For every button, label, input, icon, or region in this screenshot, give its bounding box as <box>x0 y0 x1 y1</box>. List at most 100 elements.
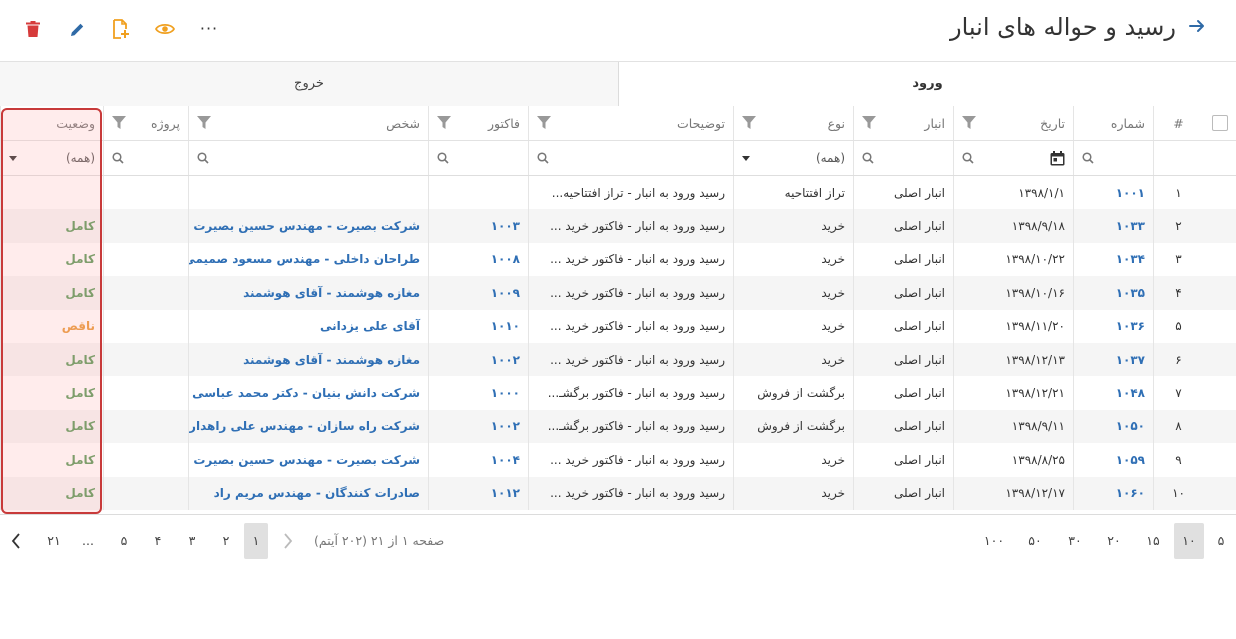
document-number-link[interactable]: ۱۰۳۳ <box>1073 209 1153 243</box>
person-link-text[interactable]: شرکت دانش بنیان - دکتر محمد عباسی <box>192 386 420 400</box>
tab-exit[interactable]: خروج <box>0 62 618 106</box>
page-size-option[interactable]: ۵ <box>1206 523 1236 559</box>
document-number-link-text[interactable]: ۱۰۵۰ <box>1116 419 1145 433</box>
invoice-link[interactable]: ۱۰۰۸ <box>428 242 528 277</box>
table-row[interactable]: ۶ ۱۰۳۷ ۱۳۹۸/۱۲/۱۳ انبار اصلی خرید رسید ورود ب… <box>0 342 1236 377</box>
person-link[interactable] <box>188 176 428 210</box>
filter-funnel-icon[interactable] <box>112 116 126 130</box>
person-link[interactable]: مغازه هوشمند - آقای هوشمند <box>188 342 428 377</box>
column-header-invoice[interactable]: فاکتور <box>428 106 528 140</box>
invoice-link[interactable] <box>428 176 528 210</box>
column-header-number[interactable]: شماره <box>1073 106 1153 140</box>
invoice-link[interactable]: ۱۰۱۲ <box>428 476 528 510</box>
calendar-icon[interactable] <box>1050 150 1065 166</box>
column-header-project[interactable]: پروژه <box>103 106 188 140</box>
person-link-text[interactable]: شرکت بصیرت - مهندس حسین بصیرت <box>193 453 420 467</box>
person-link-text[interactable]: مغازه هوشمند - آقای هوشمند <box>243 286 420 300</box>
invoice-link[interactable]: ۱۰۰۴ <box>428 443 528 477</box>
page-button[interactable]: ۵ <box>112 523 136 559</box>
page-button[interactable]: ۴ <box>146 523 170 559</box>
page-button[interactable]: ۲ <box>214 523 238 559</box>
filter-funnel-icon[interactable] <box>962 116 976 130</box>
person-link[interactable]: طراحان داخلی - مهندس مسعود صمیمی <box>188 242 428 277</box>
document-number-link[interactable]: ۱۰۳۵ <box>1073 276 1153 310</box>
document-number-link[interactable]: ۱۰۵۰ <box>1073 409 1153 444</box>
person-link[interactable]: آقای علی یزدانی <box>188 309 428 343</box>
invoice-link-text[interactable]: ۱۰۱۰ <box>491 319 520 333</box>
invoice-link-text[interactable]: ۱۰۱۲ <box>491 486 520 500</box>
filter-funnel-icon[interactable] <box>862 116 876 130</box>
document-number-link[interactable]: ۱۰۳۷ <box>1073 342 1153 377</box>
person-link[interactable]: شرکت بصیرت - مهندس حسین بصیرت <box>188 443 428 477</box>
table-row[interactable]: ۴ ۱۰۳۵ ۱۳۹۸/۱۰/۱۶ انبار اصلی خرید رسید ورود ب… <box>0 276 1236 310</box>
document-number-link-text[interactable]: ۱۰۳۵ <box>1116 286 1145 300</box>
table-row[interactable]: ۷ ۱۰۴۸ ۱۳۹۸/۱۲/۲۱ انبار اصلی برگشت از فروش رس… <box>0 376 1236 410</box>
person-link-text[interactable]: طراحان داخلی - مهندس مسعود صمیمی <box>189 252 420 266</box>
invoice-link-text[interactable]: ۱۰۰۳ <box>491 219 520 233</box>
description-filter-input[interactable] <box>528 141 733 175</box>
tab-entry[interactable]: ورود <box>618 62 1236 106</box>
more-options-button[interactable]: ··· <box>194 14 224 44</box>
person-link[interactable]: مغازه هوشمند - آقای هوشمند <box>188 276 428 310</box>
page-button[interactable]: ۳ <box>180 523 204 559</box>
back-arrow-icon[interactable] <box>1186 16 1208 40</box>
invoice-link[interactable]: ۱۰۰۲ <box>428 342 528 377</box>
invoice-link-text[interactable]: ۱۰۰۲ <box>491 419 520 433</box>
table-row[interactable]: ۹ ۱۰۵۹ ۱۳۹۸/۸/۲۵ انبار اصلی خرید رسید ورود به… <box>0 443 1236 477</box>
document-number-link[interactable]: ۱۰۶۰ <box>1073 476 1153 510</box>
table-row[interactable]: ۳ ۱۰۳۴ ۱۳۹۸/۱۰/۲۲ انبار اصلی خرید رسید ورود ب… <box>0 242 1236 277</box>
person-filter-input[interactable] <box>188 141 428 175</box>
person-link[interactable]: صادرات کنندگان - مهندس مریم راد <box>188 476 428 510</box>
invoice-link[interactable]: ۱۰۰۹ <box>428 276 528 310</box>
page-size-option[interactable]: ۱۰۰ <box>979 523 1009 559</box>
type-filter-select[interactable]: (همه) <box>733 141 853 175</box>
document-number-link[interactable]: ۱۰۳۴ <box>1073 242 1153 277</box>
invoice-link[interactable]: ۱۰۰۳ <box>428 209 528 243</box>
document-number-link-text[interactable]: ۱۰۰۱ <box>1116 186 1145 200</box>
person-link-text[interactable]: مغازه هوشمند - آقای هوشمند <box>243 353 420 367</box>
person-link-text[interactable]: صادرات کنندگان - مهندس مریم راد <box>214 486 420 500</box>
project-filter-input[interactable] <box>103 141 188 175</box>
person-link[interactable]: شرکت راه سازان - مهندس علی راهداری <box>188 409 428 444</box>
document-number-link-text[interactable]: ۱۰۴۸ <box>1116 386 1145 400</box>
document-number-link-text[interactable]: ۱۰۳۶ <box>1116 319 1145 333</box>
view-button[interactable] <box>150 14 180 44</box>
page-size-option[interactable]: ۲۰ <box>1099 523 1129 559</box>
person-link-text[interactable]: آقای علی یزدانی <box>320 319 420 333</box>
delete-button[interactable] <box>18 14 48 44</box>
page-size-option-active[interactable]: ۱۰ <box>1174 523 1204 559</box>
document-number-link[interactable]: ۱۰۰۱ <box>1073 176 1153 210</box>
column-header-warehouse[interactable]: انبار <box>853 106 953 140</box>
document-number-link-text[interactable]: ۱۰۳۳ <box>1116 219 1145 233</box>
person-link-text[interactable]: شرکت راه سازان - مهندس علی راهداری <box>189 419 420 433</box>
invoice-link-text[interactable]: ۱۰۰۹ <box>491 286 520 300</box>
person-link-text[interactable]: شرکت بصیرت - مهندس حسین بصیرت <box>193 219 420 233</box>
filter-funnel-icon[interactable] <box>742 116 756 130</box>
invoice-link[interactable]: ۱۰۰۲ <box>428 409 528 444</box>
edit-button[interactable] <box>62 14 92 44</box>
page-size-option[interactable]: ۱۵ <box>1138 523 1168 559</box>
table-row[interactable]: ۵ ۱۰۳۶ ۱۳۹۸/۱۱/۲۰ انبار اصلی خرید رسید ورود ب… <box>0 309 1236 343</box>
invoice-filter-input[interactable] <box>428 141 528 175</box>
table-row[interactable]: ۸ ۱۰۵۰ ۱۳۹۸/۹/۱۱ انبار اصلی برگشت از فروش رسی… <box>0 409 1236 444</box>
column-header-person[interactable]: شخص <box>188 106 428 140</box>
page-size-option[interactable]: ۵۰ <box>1020 523 1050 559</box>
select-all-checkbox[interactable] <box>1211 115 1228 131</box>
table-row[interactable]: ۲ ۱۰۳۳ ۱۳۹۸/۹/۱۸ انبار اصلی خرید رسید ورود به… <box>0 209 1236 243</box>
document-number-link[interactable]: ۱۰۳۶ <box>1073 309 1153 343</box>
table-row[interactable]: ۱۰ ۱۰۶۰ ۱۳۹۸/۱۲/۱۷ انبار اصلی خرید رسید ورود … <box>0 476 1236 510</box>
status-filter-select[interactable]: (همه) <box>0 141 103 175</box>
invoice-link-text[interactable]: ۱۰۰۰ <box>491 386 520 400</box>
document-number-link-text[interactable]: ۱۰۳۴ <box>1116 252 1145 266</box>
document-number-link-text[interactable]: ۱۰۶۰ <box>1116 486 1145 500</box>
invoice-link-text[interactable]: ۱۰۰۸ <box>491 252 520 266</box>
date-filter-input[interactable] <box>953 141 1073 175</box>
filter-funnel-icon[interactable] <box>537 116 551 130</box>
page-size-option[interactable]: ۳۰ <box>1060 523 1090 559</box>
invoice-link[interactable]: ۱۰۱۰ <box>428 309 528 343</box>
page-button[interactable]: ۲۱ <box>42 523 66 559</box>
add-document-button[interactable] <box>106 14 136 44</box>
page-button-current[interactable]: ۱ <box>244 523 268 559</box>
document-number-link-text[interactable]: ۱۰۳۷ <box>1116 353 1145 367</box>
next-page-button[interactable] <box>4 523 28 559</box>
